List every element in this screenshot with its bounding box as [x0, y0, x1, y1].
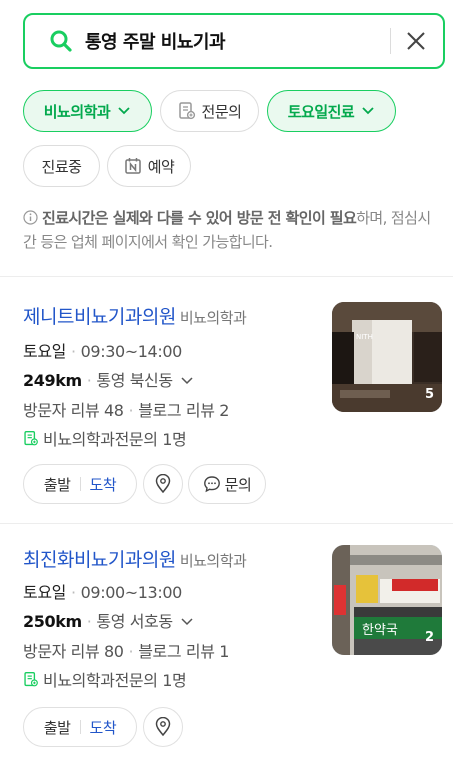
inquiry-label: 문의: [224, 475, 252, 494]
directions-button[interactable]: 출발 도착: [23, 707, 137, 747]
specialist-row: 비뇨의학과전문의 1명: [23, 667, 187, 691]
inquiry-button[interactable]: 문의: [188, 464, 266, 504]
naver-booking-icon: [124, 158, 141, 174]
chat-bubble-icon: [203, 476, 220, 493]
filter-chip-urology[interactable]: 비뇨의학과: [23, 90, 152, 132]
depart-button[interactable]: 출발: [44, 717, 71, 738]
filter-chip-label: 토요일진료: [287, 102, 355, 121]
result-title-line: 최진화비뇨기과의원 비뇨의학과: [23, 545, 247, 572]
specialist-count: 비뇨의학과전문의 1명: [43, 430, 187, 449]
photo-count: 2: [424, 630, 434, 645]
close-icon[interactable]: [405, 30, 427, 52]
area-name: 통영 서호동: [96, 612, 173, 631]
specialist-row: 비뇨의학과전문의 1명: [23, 426, 187, 450]
location-row[interactable]: 250km · 통영 서호동: [23, 608, 194, 632]
reviews-row: 방문자 리뷰 80 · 블로그 리뷰 1: [23, 642, 229, 661]
open-hours: 09:00~13:00: [80, 583, 183, 602]
svg-text:NITH: NITH: [356, 333, 373, 341]
search-icon: [50, 30, 72, 52]
filter-chip-open-now[interactable]: 진료중: [23, 145, 100, 187]
distance: 250km: [23, 612, 82, 631]
search-input[interactable]: 통영 주말 비뇨기과: [85, 28, 390, 54]
map-pin-icon: [155, 717, 171, 737]
filter-chip-label: 비뇨의학과: [43, 102, 111, 121]
search-divider: [390, 28, 391, 54]
specialist-doc-icon: [178, 102, 195, 120]
divider: [0, 276, 453, 277]
search-bar[interactable]: 통영 주말 비뇨기과: [23, 13, 445, 69]
result-title-line: 제니트비뇨기과의원 비뇨의학과: [23, 302, 247, 329]
distance: 249km: [23, 371, 82, 390]
place-category: 비뇨의학과: [179, 309, 247, 327]
blog-reviews[interactable]: 블로그 리뷰 1: [138, 642, 229, 661]
specialist-count: 비뇨의학과전문의 1명: [43, 671, 187, 690]
hours-notice: 진료시간은 실제와 다를 수 있어 방문 전 확인이 필요하며, 점심시간 등은…: [23, 206, 443, 254]
filter-chip-saturday[interactable]: 토요일진료: [267, 90, 396, 132]
reviews-row: 방문자 리뷰 48 · 블로그 리뷰 2: [23, 401, 229, 420]
info-icon: [23, 210, 38, 225]
photo-count: 5: [424, 387, 434, 402]
hours-row: 토요일 · 09:00~13:00: [23, 583, 183, 602]
result-card: 최진화비뇨기과의원 비뇨의학과 토요일 · 09:00~13:00 250km · 통영 …: [23, 545, 443, 750]
open-day: 토요일: [23, 583, 66, 602]
open-hours: 09:30~14:00: [80, 342, 183, 361]
svg-text:한약국: 한약국: [362, 623, 398, 638]
directions-button[interactable]: 출발 도착: [23, 464, 137, 504]
place-photo[interactable]: NITH 5: [332, 302, 442, 412]
filter-chip-label: 전문의: [201, 102, 242, 121]
arrive-button[interactable]: 도착: [90, 474, 117, 495]
location-row[interactable]: 249km · 통영 북신동: [23, 367, 194, 391]
filter-chip-label: 진료중: [41, 157, 82, 176]
place-name-link[interactable]: 제니트비뇨기과의원: [23, 306, 176, 328]
specialist-doc-icon: [24, 431, 38, 446]
map-pin-button[interactable]: [143, 707, 183, 747]
visitor-reviews[interactable]: 방문자 리뷰 48: [23, 401, 124, 420]
chevron-down-icon: [181, 377, 193, 385]
notice-bold-text: 진료시간은 실제와 다를 수 있어 방문 전 확인이 필요: [42, 209, 357, 227]
chevron-down-icon: [181, 618, 193, 626]
area-name: 통영 북신동: [96, 371, 173, 390]
arrive-button[interactable]: 도착: [90, 717, 117, 738]
map-pin-button[interactable]: [143, 464, 183, 504]
place-name-link[interactable]: 최진화비뇨기과의원: [23, 549, 176, 571]
filter-chip-booking[interactable]: 예약: [107, 145, 191, 187]
divider: [0, 523, 453, 524]
chevron-down-icon: [118, 107, 130, 115]
place-photo[interactable]: 한약국 2: [332, 545, 442, 655]
open-day: 토요일: [23, 342, 66, 361]
specialist-doc-icon: [24, 672, 38, 687]
depart-button[interactable]: 출발: [44, 474, 71, 495]
place-category: 비뇨의학과: [179, 552, 247, 570]
filter-chip-specialist[interactable]: 전문의: [160, 90, 259, 132]
hours-row: 토요일 · 09:30~14:00: [23, 342, 183, 361]
chevron-down-icon: [362, 107, 374, 115]
blog-reviews[interactable]: 블로그 리뷰 2: [138, 401, 229, 420]
visitor-reviews[interactable]: 방문자 리뷰 80: [23, 642, 124, 661]
result-card: 제니트비뇨기과의원 비뇨의학과 토요일 · 09:30~14:00 249km · 통영 …: [23, 302, 443, 507]
map-pin-icon: [155, 474, 171, 494]
filter-chip-label: 예약: [147, 157, 175, 176]
